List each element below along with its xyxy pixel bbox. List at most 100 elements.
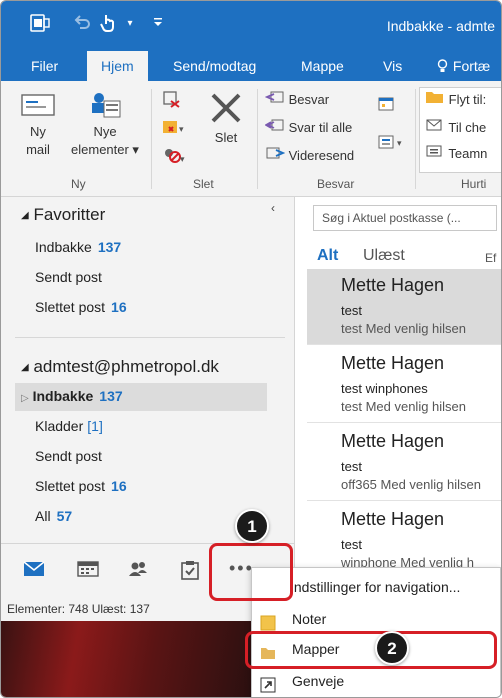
svg-text:▾: ▾ [397,138,402,148]
title-bar: ▾ Indbakke - admte [1,1,501,51]
message-preview: test Med venlig hilsen [341,399,467,414]
message-subject: test winphones [341,381,428,396]
forward-button[interactable]: Videresend [265,145,354,167]
message-item[interactable]: Mette Hagen test test Med venlig hilsen [307,269,501,345]
outlook-app-icon [29,13,51,35]
filter-sort[interactable]: Ef [485,251,496,265]
tab-send-modtag[interactable]: Send/modtag [173,51,256,81]
touch-mode-icon[interactable] [97,13,119,35]
touch-dropdown-icon[interactable]: ▾ [119,13,141,35]
message-preview: test Med venlig hilsen [341,321,467,336]
favorites-header[interactable]: ◢ Favoritter [21,205,105,225]
menu-notes[interactable]: Noter [252,604,500,634]
folder-label: Kladder [35,418,84,434]
pane-divider [15,337,285,338]
blurred-taskbar-area [1,621,251,697]
svg-text:▾: ▾ [179,124,184,134]
fav-deleted[interactable]: Slettet post 16 [35,299,127,315]
team-mail-icon [425,143,445,166]
menu-shortcuts[interactable]: Genveje [252,666,500,696]
callout-highlight-more [209,543,293,601]
outlook-window: ▾ Indbakke - admte Filer Hjem Send/modta… [0,0,502,698]
fav-sent[interactable]: Sendt post [35,269,102,285]
undo-icon[interactable] [71,13,93,35]
new-items-button[interactable]: Nye elementer ▾ [63,89,147,159]
cleanup-icon[interactable]: ▾ [161,117,187,140]
filter-unread[interactable]: Ulæst [363,247,405,265]
account-header[interactable]: ◢ admtest@phmetropol.dk [21,357,219,377]
message-sender: Mette Hagen [341,509,445,529]
quick-step-to-manager[interactable]: Til che [425,117,486,139]
acct-sent[interactable]: Sendt post [35,448,102,464]
people-icon[interactable] [127,560,151,582]
acct-drafts[interactable]: Kladder [1] [35,418,103,434]
message-sender: Mette Hagen [341,275,445,295]
folder-pane: ‹ ◢ Favoritter Indbakke 137 Sendt post Sl… [15,197,290,543]
collapse-pane-icon[interactable]: ‹ [271,201,275,215]
search-input[interactable]: Søg i Aktuel postkasse (... [313,205,497,231]
ignore-icon[interactable] [161,89,183,112]
tab-mappe[interactable]: Mappe [301,51,344,81]
tasks-icon[interactable] [179,560,203,582]
message-item[interactable]: Mette Hagen test off365 Med venlig hilse… [307,425,501,501]
customize-qat-icon[interactable] [147,13,169,35]
tab-fortael[interactable]: Fortæ [437,51,490,81]
message-subject: test [341,303,362,318]
reply-all-button[interactable]: Svar til alle [264,117,352,140]
new-items-icon [63,89,147,123]
more-reply-icon[interactable]: ▾ [377,133,407,154]
folder-label: Indbakke [32,388,94,404]
quick-step-team-label: Teamn [448,146,488,161]
mail-icon[interactable] [23,560,47,582]
message-subject: test [341,459,362,474]
reply-button[interactable]: Besvar [264,89,330,111]
quick-step-manager-label: Til che [448,120,487,135]
menu-item-label: Indstillinger for navigation... [290,579,461,595]
collapsed-triangle-icon: ▷ [21,393,29,404]
fav-inbox[interactable]: Indbakke 137 [35,239,121,255]
step-badge-2: 2 [375,631,409,665]
new-mail-icon [15,89,61,123]
unread-count: 16 [111,478,127,494]
ribbon: Nymail Nyeelementer ▾ Ny ▾ ▾ Slet Slet [1,81,501,197]
folder-label: Sendt post [35,448,102,464]
new-mail-button[interactable]: Ny mail [15,89,61,159]
acct-deleted[interactable]: Slettet post 16 [35,478,127,494]
tab-vis[interactable]: Vis [383,51,402,81]
ribbon-separator [415,89,416,189]
mail-arrow-icon [425,117,445,140]
ribbon-separator [151,89,152,189]
filter-all[interactable]: Alt [317,247,338,265]
shortcut-icon [260,673,276,693]
tab-fortael-label: Fortæ [452,58,491,74]
reply-label: Besvar [288,92,330,107]
delete-button[interactable]: Slet [201,89,251,147]
unread-count: 57 [56,508,73,524]
message-sender: Mette Hagen [341,353,445,373]
meeting-icon[interactable] [377,95,397,116]
menu-item-label: Genveje [292,673,345,689]
expand-triangle-icon: ◢ [21,210,29,221]
favorites-label: Favoritter [33,205,106,224]
reply-all-icon [264,117,285,140]
quick-step-team-mail[interactable]: Teamn [425,143,487,165]
unread-count: 16 [111,299,127,315]
unread-count: 137 [99,388,123,404]
junk-icon[interactable]: ▾ [161,145,187,168]
message-subject: test [341,537,362,552]
notes-icon [260,611,276,631]
tab-filer[interactable]: Filer [31,51,58,81]
forward-label: Videresend [288,148,355,163]
tab-hjem[interactable]: Hjem [87,51,148,81]
acct-inbox[interactable]: ▷ Indbakke 137 [21,388,123,404]
folder-label: All [35,508,51,524]
calendar-icon[interactable] [77,560,101,582]
folder-label: Indbakke [35,239,92,255]
folder-label: Slettet post [35,299,106,315]
ribbon-separator [257,89,258,189]
quick-step-move-label: Flyt til: [448,92,487,107]
acct-all[interactable]: All 57 [35,508,72,524]
group-ny-label: Ny [71,177,86,191]
quick-step-move-to[interactable]: Flyt til: [425,89,486,111]
message-item[interactable]: Mette Hagen test winphones test Med venl… [307,347,501,423]
